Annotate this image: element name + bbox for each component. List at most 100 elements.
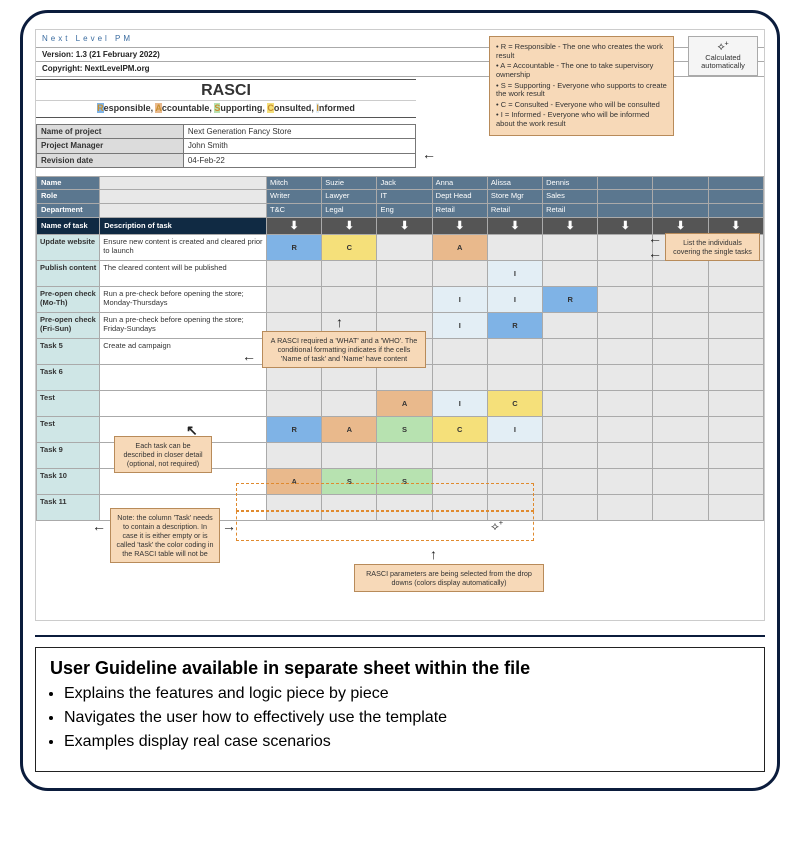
task-desc[interactable]: Run a pre-check before opening the store… [100,313,267,339]
rasci-cell[interactable] [708,443,763,469]
rasci-cell[interactable] [487,443,542,469]
rasci-cell[interactable]: A [432,235,487,261]
rasci-cell[interactable] [487,495,542,521]
rasci-cell[interactable] [432,261,487,287]
rasci-cell[interactable] [487,469,542,495]
rasci-cell[interactable] [377,495,432,521]
rasci-cell[interactable] [543,313,598,339]
rasci-cell[interactable] [377,365,432,391]
rasci-cell[interactable] [708,261,763,287]
rasci-cell[interactable]: I [487,261,542,287]
rasci-cell[interactable] [487,365,542,391]
task-name[interactable]: Task 10 [37,469,100,495]
rasci-cell[interactable] [598,391,653,417]
rasci-cell[interactable] [543,365,598,391]
rasci-cell[interactable] [267,365,322,391]
rasci-cell[interactable] [653,417,708,443]
rasci-cell[interactable]: I [487,287,542,313]
rasci-cell[interactable] [708,417,763,443]
rasci-cell[interactable]: R [267,235,322,261]
task-name[interactable]: Publish content [37,261,100,287]
rasci-cell[interactable]: I [487,417,542,443]
person-dept[interactable]: Retail [487,204,542,218]
rasci-cell[interactable] [543,339,598,365]
rasci-cell[interactable] [322,261,377,287]
rasci-cell[interactable] [653,495,708,521]
rasci-cell[interactable] [267,495,322,521]
rasci-cell[interactable] [267,391,322,417]
rasci-cell[interactable]: I [432,313,487,339]
rasci-cell[interactable] [653,313,708,339]
rasci-cell[interactable] [543,443,598,469]
person-role[interactable]: Lawyer [322,190,377,204]
rasci-cell[interactable] [543,495,598,521]
person-role[interactable]: Store Mgr [487,190,542,204]
rasci-cell[interactable] [543,235,598,261]
rasci-cell[interactable] [598,261,653,287]
person-dept[interactable]: Retail [543,204,598,218]
rasci-cell[interactable] [432,495,487,521]
rasci-cell[interactable] [432,469,487,495]
rasci-cell[interactable] [598,417,653,443]
rasci-cell[interactable]: R [267,417,322,443]
person-dept[interactable]: T&C [267,204,322,218]
rasci-cell[interactable] [543,469,598,495]
rasci-cell[interactable] [708,365,763,391]
task-name[interactable]: Task 6 [37,365,100,391]
task-desc[interactable] [100,365,267,391]
person-role[interactable]: Sales [543,190,598,204]
rasci-cell[interactable]: S [377,417,432,443]
task-name[interactable]: Pre-open check (Fri-Sun) [37,313,100,339]
rasci-cell[interactable] [543,417,598,443]
rasci-cell[interactable] [653,287,708,313]
rasci-cell[interactable] [653,469,708,495]
rasci-cell[interactable] [598,495,653,521]
rasci-cell[interactable] [653,443,708,469]
rasci-cell[interactable] [598,235,653,261]
rasci-cell[interactable] [267,443,322,469]
rasci-cell[interactable] [708,469,763,495]
rasci-cell[interactable] [543,391,598,417]
rasci-cell[interactable] [708,339,763,365]
person-name[interactable]: Anna [432,176,487,190]
rasci-cell[interactable] [598,313,653,339]
person-dept[interactable]: Retail [432,204,487,218]
rasci-cell[interactable] [598,443,653,469]
rasci-cell[interactable] [322,287,377,313]
rasci-cell[interactable]: A [377,391,432,417]
task-name[interactable]: Task 11 [37,495,100,521]
rasci-cell[interactable] [708,287,763,313]
person-name[interactable]: Alissa [487,176,542,190]
rasci-cell[interactable] [322,391,377,417]
person-name[interactable]: Jack [377,176,432,190]
rasci-cell[interactable] [377,287,432,313]
rasci-cell[interactable] [598,469,653,495]
person-role[interactable]: Dept Head [432,190,487,204]
rasci-cell[interactable]: S [322,469,377,495]
rasci-cell[interactable] [598,365,653,391]
rasci-cell[interactable] [708,391,763,417]
rasci-cell[interactable] [543,261,598,287]
task-name[interactable]: Pre-open check (Mo-Th) [37,287,100,313]
rasci-cell[interactable]: I [432,391,487,417]
task-desc[interactable]: Run a pre-check before opening the store… [100,287,267,313]
rasci-cell[interactable]: C [487,391,542,417]
task-desc[interactable] [100,391,267,417]
rasci-cell[interactable] [653,365,708,391]
person-name[interactable]: Dennis [543,176,598,190]
rasci-cell[interactable]: S [377,469,432,495]
rasci-cell[interactable] [653,261,708,287]
person-dept[interactable]: Eng [377,204,432,218]
rasci-cell[interactable] [267,261,322,287]
rasci-cell[interactable] [708,313,763,339]
rasci-cell[interactable]: C [432,417,487,443]
rasci-cell[interactable] [322,443,377,469]
rasci-cell[interactable] [377,443,432,469]
task-name[interactable]: Test [37,417,100,443]
rasci-cell[interactable]: A [267,469,322,495]
rasci-cell[interactable]: A [322,417,377,443]
rasci-cell[interactable] [653,339,708,365]
rasci-cell[interactable] [708,495,763,521]
task-name[interactable]: Update website [37,235,100,261]
rasci-cell[interactable] [598,287,653,313]
